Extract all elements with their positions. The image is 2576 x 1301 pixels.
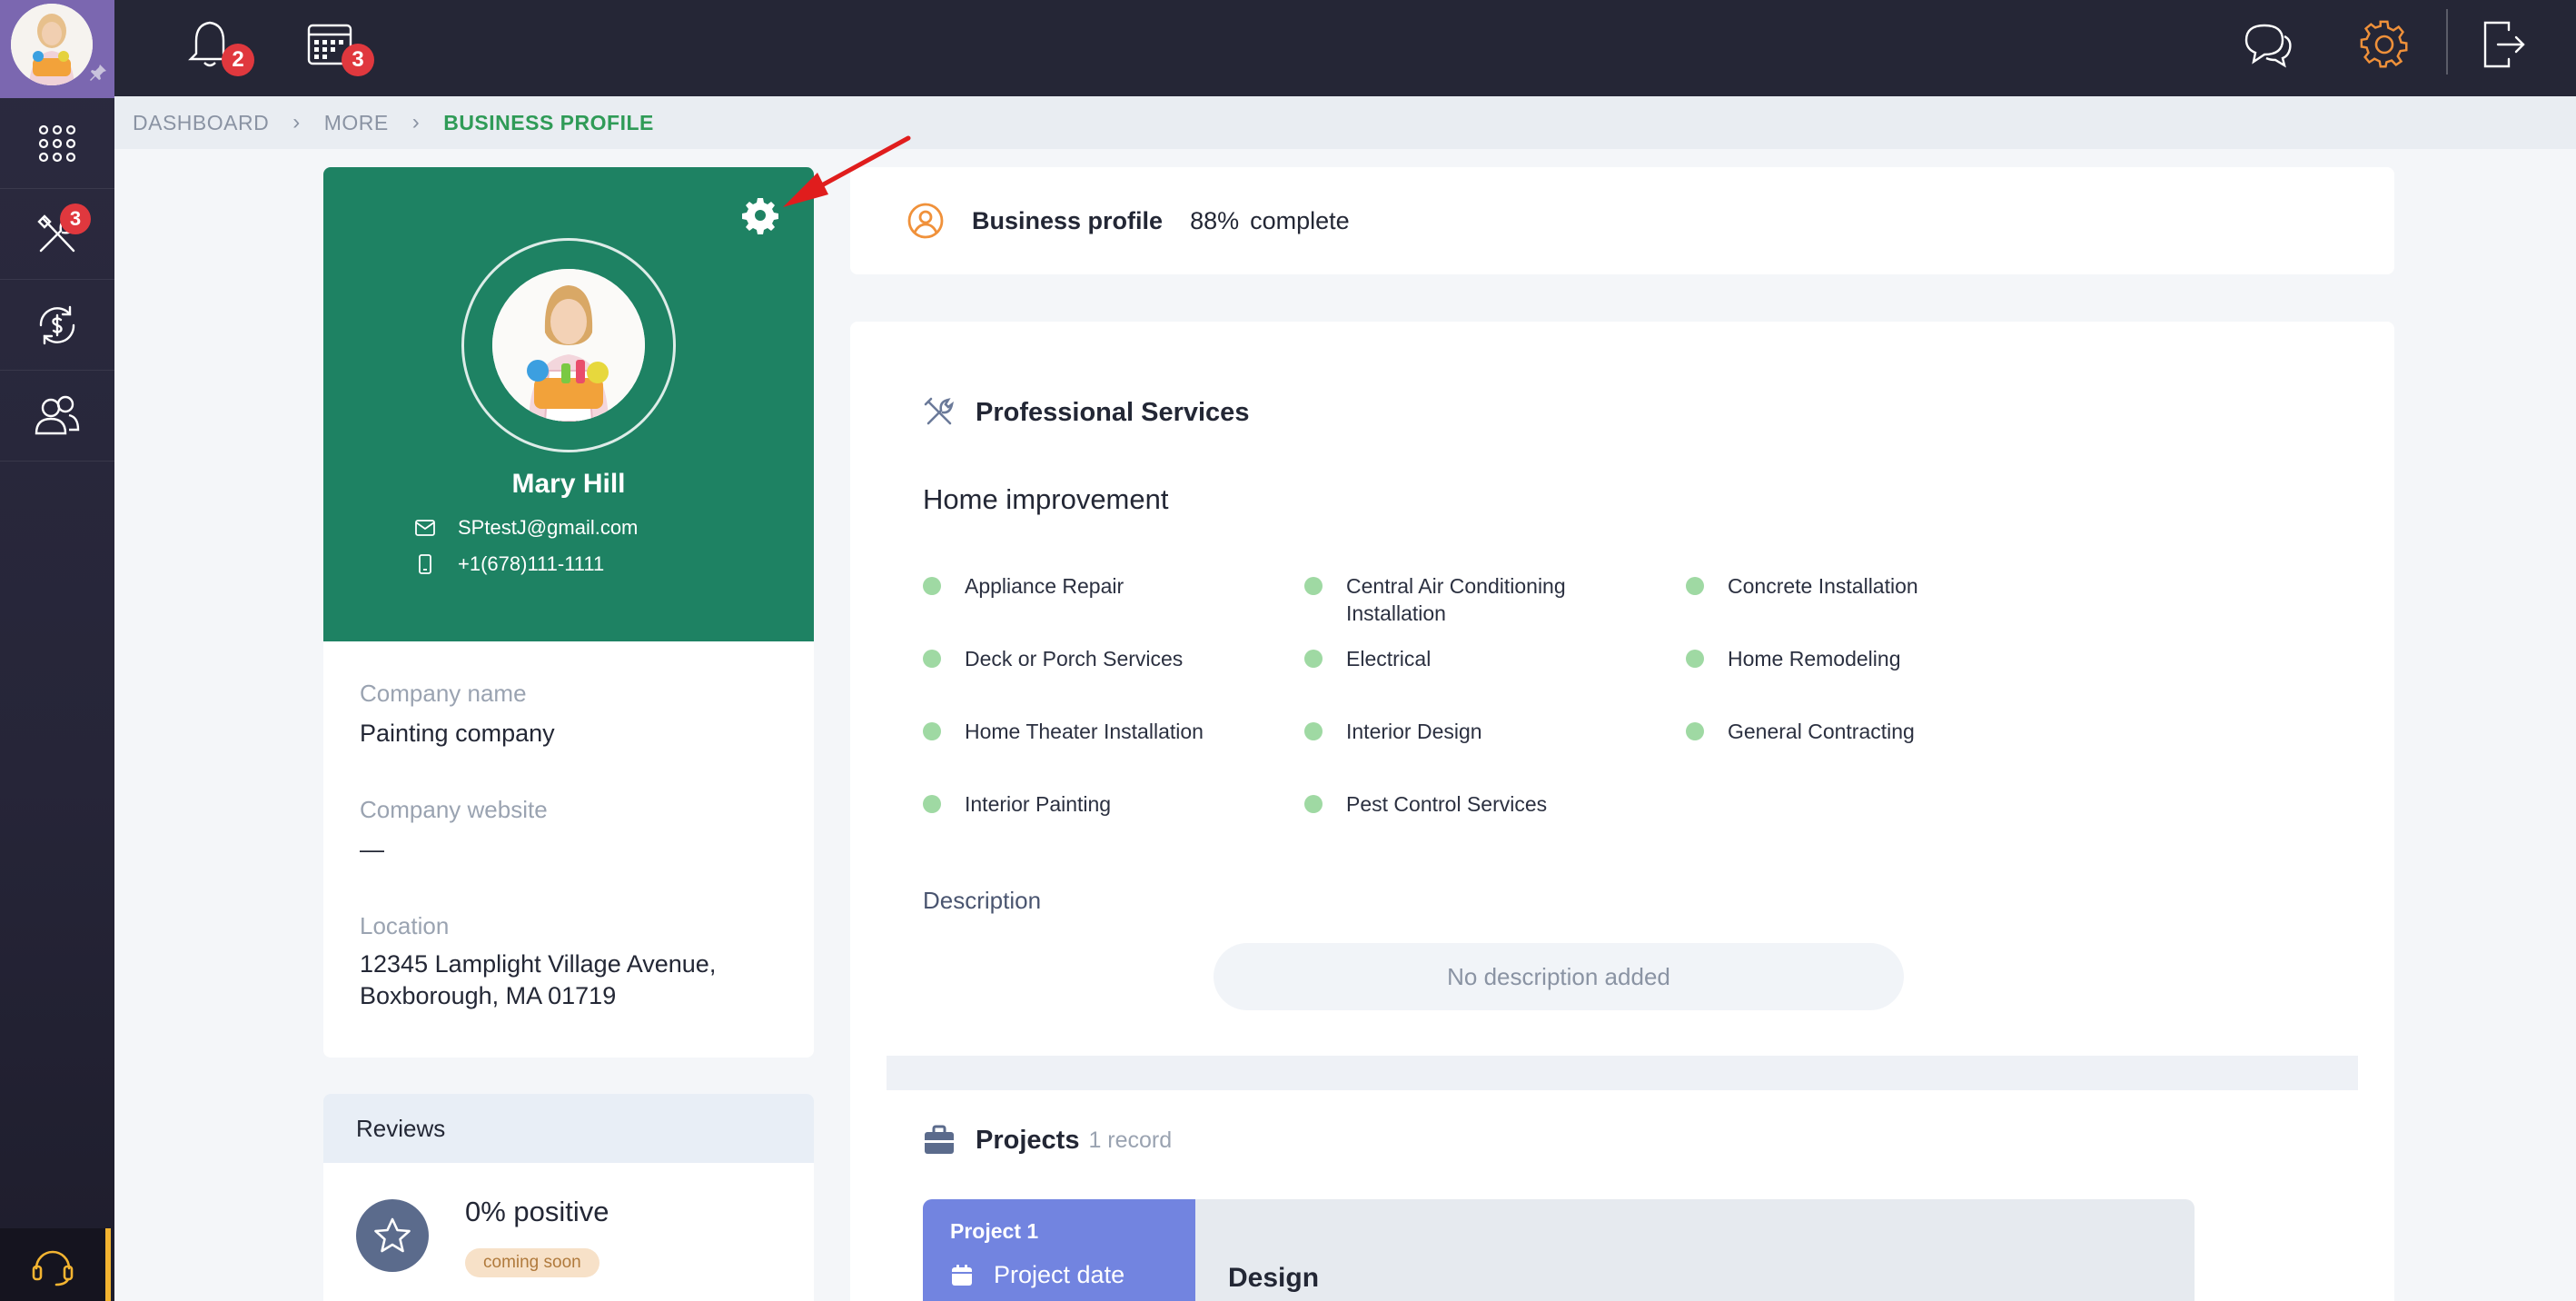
- location-line2: Boxborough, MA 01719: [360, 982, 617, 1009]
- service-item: General Contracting: [1686, 718, 2013, 745]
- projects-count: 1 record: [1088, 1127, 1173, 1153]
- project-name: Project 1: [950, 1219, 1039, 1243]
- project-card[interactable]: Project 1 Project date Design: [923, 1199, 2195, 1301]
- chat-icon: [2244, 24, 2292, 68]
- project-summary: Project 1 Project date: [923, 1199, 1195, 1301]
- edit-profile-gear-icon[interactable]: [741, 196, 779, 234]
- business-profile-complete: complete: [1250, 206, 1350, 234]
- tools-icon: [924, 397, 954, 425]
- project-title: Design: [1228, 1263, 1320, 1293]
- project-date-row: Project date: [950, 1261, 1125, 1289]
- notifications-button[interactable]: 2: [182, 16, 254, 76]
- breadcrumb-current: BUSINESS PROFILE: [443, 110, 654, 134]
- profile-email-row: SPtestJ@gmail.com: [414, 514, 638, 541]
- phone-icon: [414, 553, 436, 575]
- sidebar-avatar-block[interactable]: [0, 0, 114, 98]
- profile-email[interactable]: SPtestJ@gmail.com: [458, 516, 638, 540]
- profile-phone[interactable]: +1(678)111-1111: [458, 552, 604, 576]
- chevron-right-icon: ›: [411, 110, 421, 134]
- money-cycle-icon: [39, 305, 75, 344]
- business-profile-progress[interactable]: Business profile 88% complete: [850, 167, 2394, 274]
- sidebar-item-apps[interactable]: [0, 98, 114, 189]
- support-button[interactable]: [0, 1228, 111, 1301]
- description-empty[interactable]: No description added: [1214, 943, 1904, 1010]
- avatar[interactable]: [11, 4, 93, 85]
- users-icon: [35, 395, 80, 434]
- company-name-value: Painting company: [360, 720, 555, 747]
- services-title: Professional Services: [976, 397, 1250, 427]
- reviews-card: Reviews 0% positive coming soon: [323, 1094, 814, 1301]
- calendar-button[interactable]: 3: [302, 16, 374, 76]
- sidebar: 3: [0, 0, 114, 1301]
- projects-header: Projects 1 record: [923, 1125, 1172, 1156]
- company-website-label: Company website: [360, 796, 548, 823]
- company-info-card: Company name Painting company Company we…: [323, 641, 814, 1058]
- pin-icon[interactable]: [87, 62, 109, 84]
- calendar-badge: 3: [342, 44, 374, 76]
- reviews-positive: 0% positive: [465, 1196, 609, 1227]
- logout-icon: [2483, 21, 2525, 68]
- service-item: Concrete Installation: [1686, 572, 2013, 600]
- profile-photo: [492, 269, 645, 422]
- briefcase-icon: [925, 1125, 954, 1154]
- mail-icon: [414, 517, 436, 539]
- user-circle-icon: [907, 203, 944, 239]
- business-details-card: Professional Services Home improvement A…: [850, 322, 2394, 1301]
- gear-icon: [2360, 20, 2408, 68]
- services-header: Professional Services: [923, 396, 1249, 429]
- sidebar-item-team[interactable]: [0, 371, 114, 462]
- grid-icon: [38, 124, 76, 162]
- company-name-label: Company name: [360, 680, 527, 707]
- service-item: Appliance Repair: [923, 572, 1250, 600]
- service-item: Interior Painting: [923, 790, 1250, 818]
- location-label: Location: [360, 912, 450, 939]
- chevron-right-icon: ›: [292, 110, 301, 134]
- breadcrumb-more[interactable]: MORE: [324, 111, 389, 135]
- service-item: Electrical: [1304, 645, 1631, 672]
- service-category: Home improvement: [923, 483, 1169, 515]
- messages-button[interactable]: [2240, 16, 2296, 73]
- service-item: Central Air Conditioning Installation: [1304, 572, 1604, 627]
- service-item: Interior Design: [1304, 718, 1631, 745]
- business-profile-percent: 88%: [1190, 206, 1240, 234]
- coming-soon-badge: coming soon: [465, 1248, 599, 1277]
- settings-button[interactable]: [2356, 16, 2413, 73]
- profile-name: Mary Hill: [511, 469, 626, 499]
- notifications-badge: 2: [222, 44, 254, 76]
- service-item: Home Remodeling: [1686, 645, 2013, 672]
- description-label: Description: [923, 887, 1042, 914]
- calendar-icon: [952, 1264, 972, 1286]
- sidebar-item-tools[interactable]: 3: [0, 189, 114, 280]
- section-divider: [887, 1056, 2358, 1090]
- company-website-value: —: [360, 836, 384, 863]
- service-item: Pest Control Services: [1304, 790, 1631, 818]
- logout-button[interactable]: [2476, 16, 2532, 73]
- service-item: Deck or Porch Services: [923, 645, 1250, 672]
- sidebar-item-payments[interactable]: [0, 280, 114, 371]
- reviews-title: Reviews: [323, 1094, 814, 1163]
- breadcrumb-dashboard[interactable]: DASHBOARD: [133, 111, 269, 135]
- location-line1: 12345 Lamplight Village Avenue,: [360, 950, 717, 978]
- profile-card: Mary Hill SPtestJ@gmail.com +1(678)111-1…: [323, 167, 814, 641]
- topbar: 2 3: [114, 0, 2576, 96]
- headset-icon: [32, 1250, 74, 1286]
- breadcrumb: DASHBOARD › MORE › BUSINESS PROFILE: [114, 96, 2576, 149]
- service-item: Home Theater Installation: [923, 718, 1250, 745]
- project-date-label: Project date: [994, 1261, 1125, 1288]
- business-profile-title: Business profile: [972, 206, 1164, 234]
- topbar-divider: [2446, 9, 2448, 74]
- projects-title: Projects: [976, 1125, 1080, 1155]
- tools-badge: 3: [60, 204, 91, 234]
- star-icon: [356, 1199, 429, 1272]
- profile-phone-row: +1(678)111-1111: [414, 551, 604, 578]
